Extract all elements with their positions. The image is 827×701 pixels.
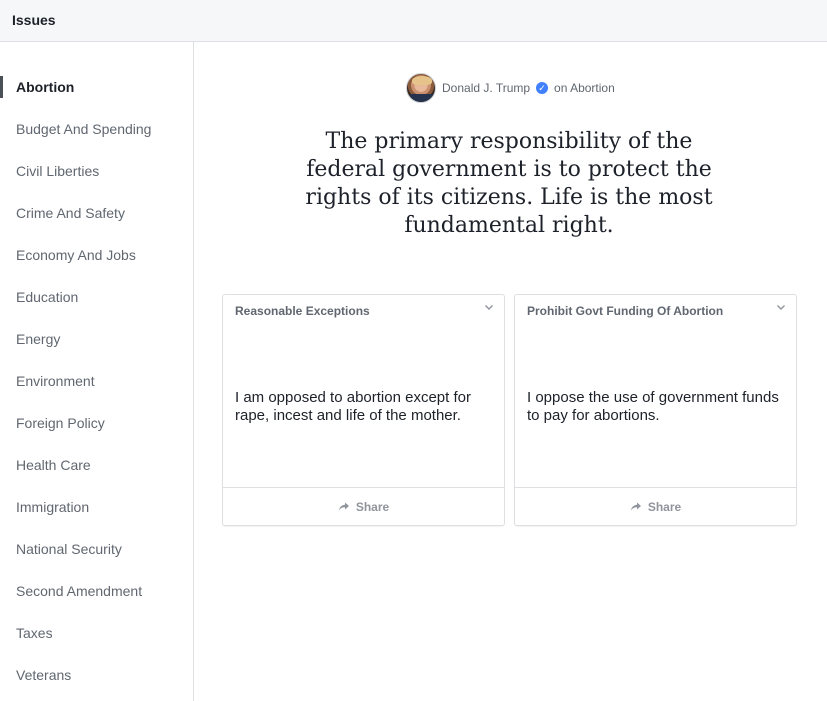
sidebar-item-second-amendment[interactable]: Second Amendment [0,570,193,612]
verified-check-icon: ✓ [536,82,549,94]
sidebar: Abortion Budget And Spending Civil Liber… [0,42,194,701]
sidebar-item-abortion[interactable]: Abortion [0,66,193,108]
issue-list: Abortion Budget And Spending Civil Liber… [0,42,193,696]
share-button[interactable]: Share [515,487,796,525]
card-body: I am opposed to abortion except for rape… [235,389,471,424]
sidebar-item-education[interactable]: Education [0,276,193,318]
author-name[interactable]: Donald J. Trump [442,81,530,95]
sidebar-item-energy[interactable]: Energy [0,318,193,360]
chevron-down-icon[interactable] [776,302,786,312]
avatar[interactable] [406,73,436,103]
share-label: Share [647,499,682,514]
share-icon [630,502,641,511]
card-title: Prohibit Govt Funding Of Abortion [527,304,724,318]
card-body: I oppose the use of government funds to … [527,389,779,424]
position-card: Prohibit Govt Funding Of Abortion I oppo… [514,294,797,526]
sidebar-item-crime-and-safety[interactable]: Crime And Safety [0,192,193,234]
page-title: Issues [12,12,56,28]
sidebar-item-national-security[interactable]: National Security [0,528,193,570]
byline: Donald J. Trump ✓ on Abortion [406,73,615,103]
sidebar-item-civil-liberties[interactable]: Civil Liberties [0,150,193,192]
main-content: Donald J. Trump ✓ on Abortion The primar… [194,42,827,701]
share-label: Share [355,499,390,514]
card-title: Reasonable Exceptions [235,304,370,318]
sidebar-item-veterans[interactable]: Veterans [0,654,193,696]
sidebar-item-budget-and-spending[interactable]: Budget And Spending [0,108,193,150]
sidebar-item-taxes[interactable]: Taxes [0,612,193,654]
position-card: Reasonable Exceptions I am opposed to ab… [222,294,505,526]
byline-topic: on Abortion [554,81,615,95]
share-icon [338,502,349,511]
sidebar-item-economy-and-jobs[interactable]: Economy And Jobs [0,234,193,276]
top-bar: Issues [0,0,827,42]
issue-quote: The primary responsibility of the federa… [305,129,713,238]
sidebar-item-environment[interactable]: Environment [0,360,193,402]
sidebar-item-foreign-policy[interactable]: Foreign Policy [0,402,193,444]
chevron-down-icon[interactable] [484,302,494,312]
share-button[interactable]: Share [223,487,504,525]
sidebar-item-immigration[interactable]: Immigration [0,486,193,528]
sidebar-item-health-care[interactable]: Health Care [0,444,193,486]
